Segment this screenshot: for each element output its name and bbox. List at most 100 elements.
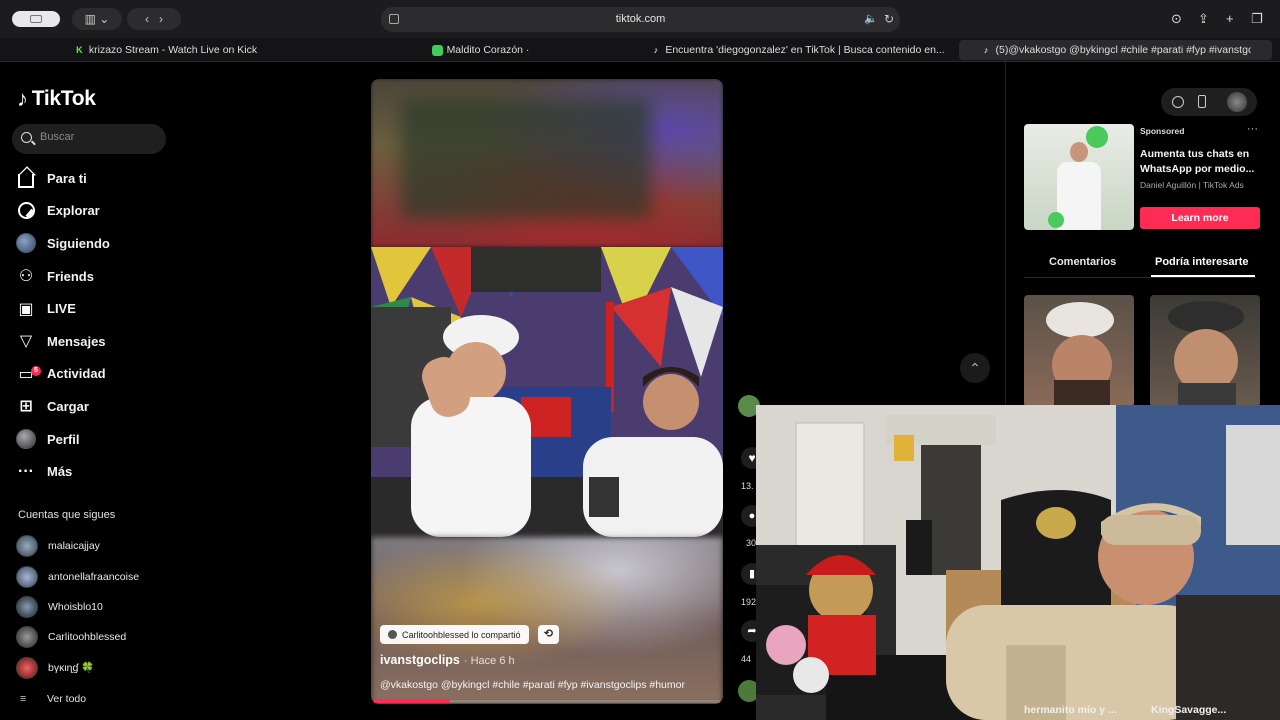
- audio-playing-icon[interactable]: 🔈: [864, 12, 878, 25]
- more-icon: ···: [18, 462, 34, 480]
- user-avatar[interactable]: [1227, 92, 1247, 112]
- nav-label: Más: [47, 464, 73, 480]
- avatar: [16, 656, 38, 679]
- following-item[interactable]: Whoisblo10: [16, 592, 166, 622]
- explore-icon[interactable]: [1172, 96, 1184, 108]
- following-item[interactable]: malaicajjay: [16, 531, 166, 561]
- post-time: · Hace 6 h: [463, 655, 515, 667]
- nav-item-actividad[interactable]: ▭ 5 Actividad: [16, 358, 166, 391]
- tiktok-logo[interactable]: ♪ TikTok: [17, 86, 96, 112]
- reload-icon[interactable]: ↻: [884, 12, 894, 26]
- nav-item-friends[interactable]: ⚇ Friends: [16, 260, 166, 293]
- nav-item-explorar[interactable]: Explorar: [16, 195, 166, 228]
- search-input[interactable]: [40, 131, 160, 143]
- nav-label: Perfil: [47, 431, 80, 447]
- see-all-label: Ver todo: [47, 693, 87, 705]
- learn-more-button[interactable]: Learn more: [1140, 207, 1260, 229]
- tab-maldito-corazon[interactable]: Maldito Corazón ·: [323, 40, 638, 60]
- following-name: Carlitoohblessed: [48, 631, 127, 644]
- downloads-icon[interactable]: ⊙: [1171, 11, 1182, 27]
- nav-item-para-ti[interactable]: Para ti: [16, 162, 166, 195]
- tab-podria-interesarte[interactable]: Podría interesarte: [1155, 256, 1249, 268]
- phone-icon[interactable]: [1198, 95, 1206, 108]
- nav-label: Cargar: [47, 398, 89, 414]
- browser-toolbar: ▥ ⌄ ‹ › tiktok.com 🔈 ↻ ⊙ ⇪ + ❐: [0, 0, 1280, 38]
- search-icon: [21, 132, 32, 143]
- nav-item-cargar[interactable]: ⊞ Cargar: [16, 390, 166, 423]
- webcam-overlay: [756, 405, 1280, 720]
- friends-icon: ⚇: [18, 268, 34, 286]
- following-item[interactable]: Carlitoohblessed: [16, 622, 166, 652]
- whatsapp-icon: [1048, 212, 1064, 228]
- tiktok-icon: ♪: [983, 44, 989, 55]
- video-author[interactable]: ivanstgoclips · Hace 6 h: [380, 653, 515, 667]
- tab-bar: K krizazo Stream - Watch Live on Kick Ma…: [0, 38, 1280, 62]
- nav-item-siguiendo[interactable]: Siguiendo: [16, 227, 166, 260]
- tab-label: (5)@vkakostgo @bykingcl #chile #parati #…: [995, 44, 1251, 56]
- following-item[interactable]: bγκιɳɠ 🍀: [16, 653, 166, 683]
- tab-overview-icon[interactable]: ❐: [1251, 11, 1263, 27]
- tab-label: Maldito Corazón ·: [446, 44, 530, 56]
- tab-label: krizazo Stream - Watch Live on Kick: [88, 44, 258, 56]
- avatar: [16, 626, 38, 649]
- nav-label: LIVE: [47, 301, 76, 317]
- search-bar[interactable]: [12, 124, 166, 154]
- compass-icon: [16, 201, 36, 221]
- tab-kick[interactable]: K krizazo Stream - Watch Live on Kick: [8, 40, 323, 60]
- following-name: bγκιɳɠ 🍀: [48, 662, 95, 675]
- app-icon: [431, 44, 443, 56]
- shared-by-text: Carlitoohblessed lo compartió: [402, 629, 521, 640]
- nav-item-live[interactable]: ▣ LIVE: [16, 292, 166, 325]
- nav-label: Actividad: [47, 366, 106, 382]
- repost-icon[interactable]: ⟲: [538, 625, 559, 644]
- more-options-icon[interactable]: ···: [1247, 123, 1258, 135]
- back-forward-buttons[interactable]: ‹ ›: [127, 8, 181, 30]
- share-count: 44: [741, 654, 752, 664]
- previous-video-button[interactable]: ⌃: [960, 353, 990, 383]
- like-count: 13.: [741, 481, 754, 491]
- ad-title[interactable]: Aumenta tus chats en WhatsApp por medio.…: [1140, 147, 1260, 176]
- tab-tiktok-search[interactable]: ♪ Encuentra 'diegogonzalez' en TikTok | …: [640, 40, 955, 60]
- main-nav: Para ti Explorar Siguiendo ⚇ Friends ▣ L…: [16, 162, 166, 488]
- suggested-video-thumb[interactable]: [1024, 295, 1134, 407]
- tiktok-note-icon: ♪: [17, 86, 28, 111]
- profile-avatar-icon: [16, 429, 36, 450]
- nav-item-mensajes[interactable]: ▽ Mensajes: [16, 325, 166, 358]
- sidebar-toggle-button[interactable]: ▥ ⌄: [72, 8, 122, 30]
- sponsored-label: Sponsored: [1140, 126, 1185, 136]
- avatar-icon: [16, 233, 36, 254]
- tabs-divider: [1024, 277, 1256, 278]
- address-bar[interactable]: tiktok.com 🔈 ↻: [381, 7, 900, 32]
- upload-icon: ⊞: [19, 398, 33, 416]
- stream-label: hermanito mío y ...: [1024, 704, 1117, 716]
- tiktok-icon: ♪: [653, 44, 659, 55]
- see-all-link[interactable]: ≡ Ver todo: [20, 693, 86, 705]
- video-progress-bar[interactable]: [374, 700, 720, 703]
- video-player[interactable]: [371, 79, 723, 704]
- shared-by-chip[interactable]: Carlitoohblessed lo compartió: [380, 625, 529, 644]
- url-text: tiktok.com: [615, 13, 666, 25]
- window-switcher-button[interactable]: [12, 11, 60, 27]
- list-icon: ≡: [20, 693, 27, 705]
- activity-icon: ▭ 5: [16, 364, 41, 384]
- kick-icon: K: [76, 44, 83, 55]
- author-name[interactable]: ivanstgoclips: [380, 653, 460, 667]
- tab-tiktok-video[interactable]: ♪ (5)@vkakostgo @bykingcl #chile #parati…: [959, 40, 1272, 60]
- following-section-title: Cuentas que sigues: [18, 509, 116, 521]
- view-tools: [1161, 88, 1257, 116]
- following-list: malaicajjay antonellafraancoise Whoisblo…: [16, 531, 166, 683]
- nav-item-perfil[interactable]: Perfil: [16, 423, 166, 456]
- nav-label: Explorar: [47, 203, 100, 219]
- tab-comentarios[interactable]: Comentarios: [1049, 256, 1116, 268]
- following-item[interactable]: antonellafraancoise: [16, 561, 166, 591]
- new-tab-icon[interactable]: +: [1226, 11, 1234, 26]
- avatar: [16, 535, 38, 558]
- suggested-video-thumb[interactable]: [1150, 295, 1260, 407]
- video-frame: [371, 247, 723, 537]
- tab-label: Encuentra 'diegogonzalez' en TikTok | Bu…: [665, 44, 945, 56]
- video-caption[interactable]: @vkakostgo @bykingcl #chile #parati #fyp…: [380, 679, 685, 691]
- nav-item-mas[interactable]: ··· Más: [16, 455, 166, 488]
- share-icon[interactable]: ⇪: [1198, 11, 1209, 27]
- ad-thumbnail[interactable]: [1024, 124, 1134, 230]
- nav-label: Mensajes: [47, 333, 106, 349]
